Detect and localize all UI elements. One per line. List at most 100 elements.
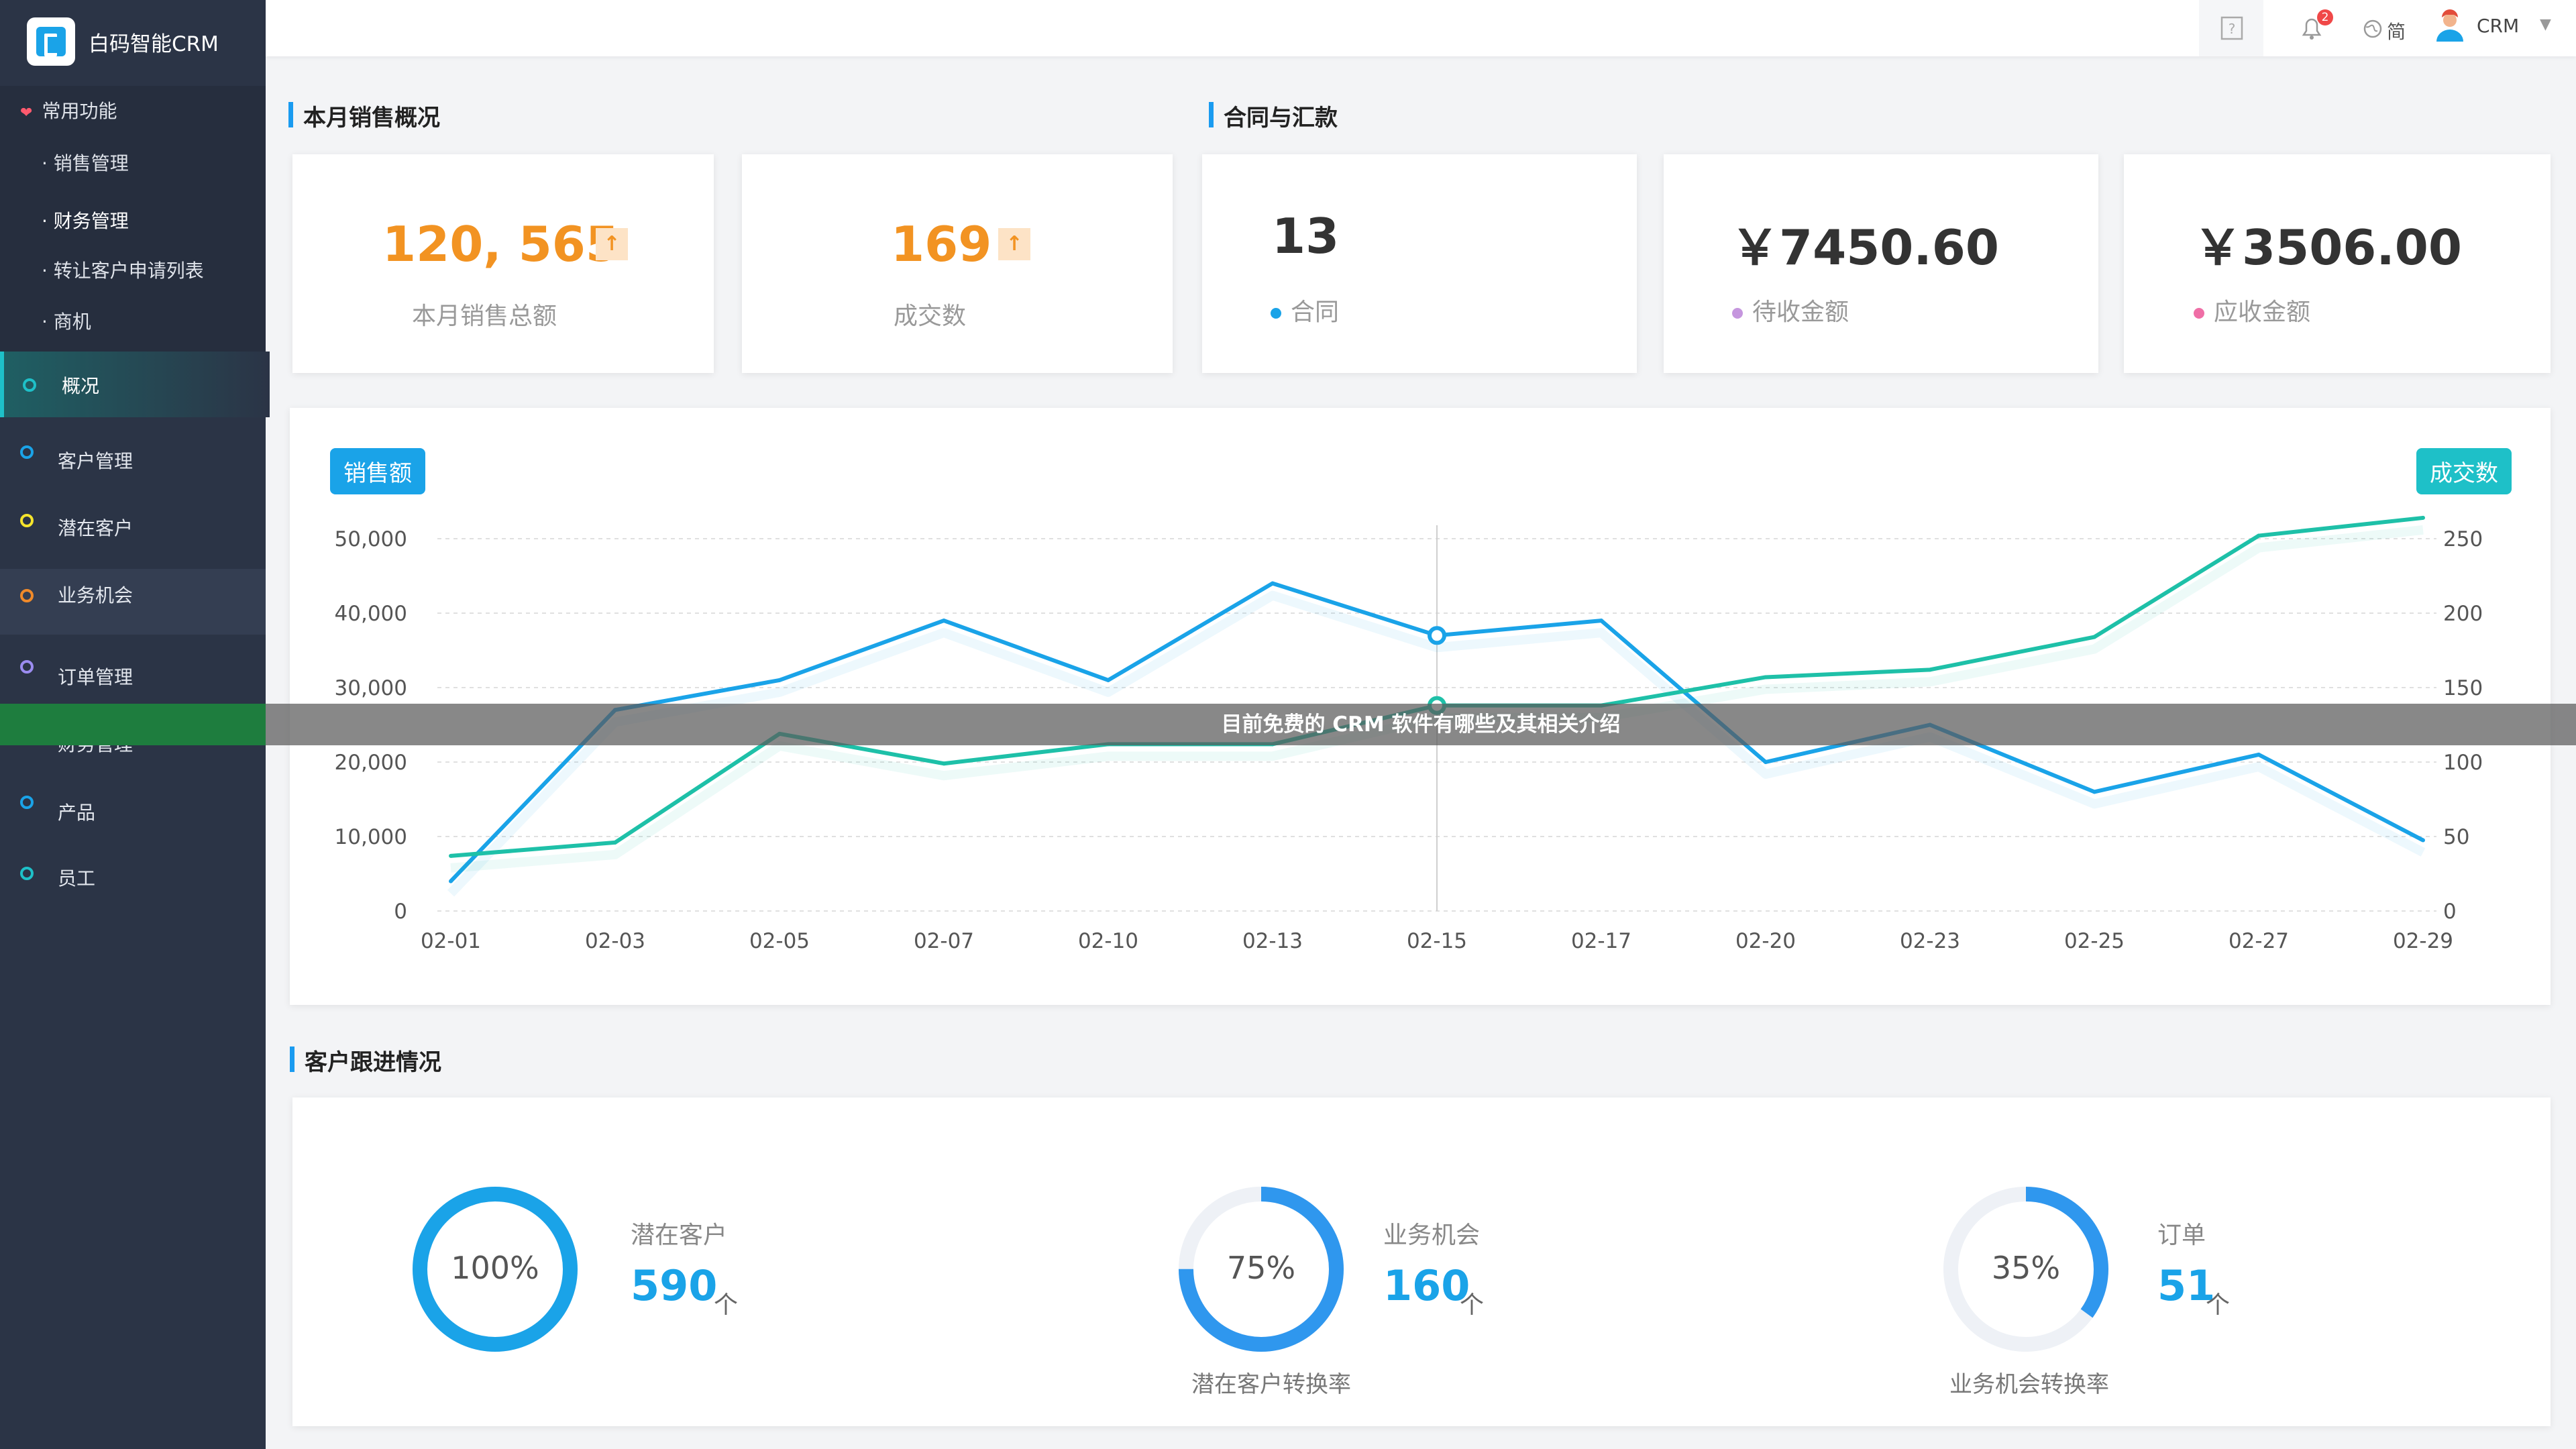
stat-label: 待收金额 — [1752, 299, 1849, 326]
data-point — [2092, 790, 2096, 794]
notification-badge: 2 — [2317, 9, 2333, 25]
help-doc-icon: ? — [2220, 16, 2243, 40]
favorites-panel — [0, 86, 266, 352]
user-name: CRM — [2477, 15, 2520, 37]
nav-item-overview[interactable]: 概况 — [0, 352, 270, 417]
app-logo[interactable] — [27, 17, 75, 66]
section-title-followup: 客户跟进情况 — [290, 1044, 441, 1077]
gauge-label: 潜在客户 — [631, 1222, 728, 1249]
stat-card-contracts: 13 合同 — [1202, 154, 1637, 373]
y-right-tick-label: 100 — [2443, 751, 2483, 775]
x-tick-label: 02-01 — [421, 929, 481, 953]
nav-item-opportunities[interactable]: 业务机会 — [0, 569, 266, 635]
y-left-tick-label: 20,000 — [335, 751, 407, 775]
nav-item-leads[interactable]: 潜在客户 — [0, 496, 266, 562]
stat-label: 本月销售总额 — [412, 303, 557, 330]
x-tick-label: 02-20 — [1735, 929, 1796, 953]
favorite-item-transfer[interactable]: · 转让客户申请列表 — [42, 256, 204, 283]
y-left-tick-label: 40,000 — [335, 602, 407, 626]
section-title-contracts: 合同与汇款 — [1209, 99, 1338, 132]
y-right-tick-label: 250 — [2443, 527, 2483, 551]
favorite-item-sales[interactable]: · 销售管理 — [42, 149, 129, 176]
nav-label: 概况 — [62, 375, 100, 397]
x-tick-label: 02-15 — [1407, 929, 1467, 953]
stat-label: 合同 — [1291, 299, 1340, 326]
nav-label: 潜在客户 — [58, 517, 133, 539]
nav-item-orders[interactable]: 订单管理 — [0, 645, 266, 711]
stat-card-deals: 169 ↑ 成交数 — [742, 154, 1173, 373]
favorite-item-finance[interactable]: · 财务管理 — [42, 207, 129, 233]
data-point — [2421, 515, 2425, 520]
data-point — [1928, 667, 1932, 672]
help-button[interactable]: ? — [2199, 0, 2263, 56]
logo-k-icon — [36, 27, 66, 56]
gauge-label: 业务机会 — [1383, 1222, 1481, 1249]
stat-value: 120, 565 — [382, 216, 620, 272]
data-point — [449, 853, 453, 858]
gauge-unit: 个 — [1460, 1291, 1485, 1319]
stat-card-total-sales: 120, 565 ↑ 本月销售总额 — [292, 154, 714, 373]
favorites-title: 常用功能 — [42, 100, 117, 122]
nav-label: 产品 — [58, 802, 96, 824]
x-tick-label: 02-07 — [914, 929, 974, 953]
stat-label-row: 应收金额 — [2194, 292, 2310, 327]
avatar — [2436, 9, 2463, 42]
chevron-down-icon: ▼ — [2540, 16, 2551, 33]
nav-label: 订单管理 — [58, 666, 133, 688]
products-dot-icon — [20, 796, 34, 809]
heart-icon: ❤ — [20, 105, 33, 121]
data-point — [2257, 752, 2261, 757]
y-right-tick-label: 200 — [2443, 602, 2483, 626]
orders-dot-icon — [20, 660, 34, 674]
nav-item-customers[interactable]: 客户管理 — [0, 428, 266, 494]
data-point — [613, 840, 617, 845]
y-right-tick-label: 50 — [2443, 825, 2469, 849]
leads-dot-icon — [20, 514, 34, 527]
notifications-button[interactable]: 2 — [2285, 0, 2341, 56]
data-point — [1764, 760, 1768, 764]
gauge-opportunities: 75% — [1179, 1187, 1344, 1352]
up-arrow-icon: ↑ — [596, 228, 628, 260]
app-name: 白码智能CRM — [89, 32, 219, 56]
stat-value: 169 — [891, 216, 992, 272]
x-tick-label: 02-17 — [1571, 929, 1631, 953]
data-point — [449, 879, 453, 883]
gauge-caption: 业务机会转换率 — [1949, 1371, 2109, 1398]
x-tick-label: 02-25 — [2064, 929, 2125, 953]
nav-item-staff[interactable]: 员工 — [0, 848, 266, 914]
overlay-banner: 目前免费的 CRM 软件有哪些及其相关介绍 — [266, 704, 2576, 745]
svg-text:?: ? — [2229, 21, 2236, 37]
data-point — [1271, 581, 1275, 586]
data-point — [777, 678, 782, 682]
stat-label-row: 合同 — [1271, 292, 1339, 327]
x-tick-label: 02-05 — [749, 929, 810, 953]
opportunities-dot-icon — [20, 589, 34, 602]
y-left-tick-label: 0 — [394, 900, 407, 924]
nav-label: 员工 — [58, 867, 96, 890]
language-label: 简 — [2387, 21, 2406, 43]
favorites-header[interactable]: ❤ 常用功能 — [20, 97, 117, 123]
globe-icon — [2363, 19, 2382, 38]
gauge-unit: 个 — [2206, 1291, 2231, 1319]
gauge-orders: 35% — [1943, 1187, 2108, 1352]
x-tick-label: 02-23 — [1900, 929, 1960, 953]
stat-label: 应收金额 — [2214, 299, 2311, 326]
gauge-unit: 个 — [714, 1291, 739, 1319]
data-point — [942, 619, 946, 623]
data-point — [1106, 678, 1110, 682]
stat-value: 13 — [1272, 208, 1340, 264]
nav-item-products[interactable]: 产品 — [0, 781, 266, 847]
data-point — [2257, 533, 2261, 538]
x-tick-label: 02-27 — [2229, 929, 2289, 953]
language-switch[interactable]: 简 — [2359, 0, 2419, 56]
y-left-tick-label: 30,000 — [335, 676, 407, 700]
stat-label: 成交数 — [894, 303, 967, 330]
stat-value: ￥3506.00 — [2194, 219, 2462, 276]
banner-left-strip — [0, 704, 266, 745]
gauge-caption: 潜在客户转换率 — [1191, 1371, 1351, 1398]
y-right-tick-label: 150 — [2443, 676, 2483, 700]
gauge-label: 订单 — [2157, 1222, 2206, 1249]
user-menu[interactable]: CRM ▼ — [2430, 0, 2576, 56]
favorite-item-opportunity[interactable]: · 商机 — [42, 307, 91, 334]
y-right-tick-label: 0 — [2443, 900, 2457, 924]
